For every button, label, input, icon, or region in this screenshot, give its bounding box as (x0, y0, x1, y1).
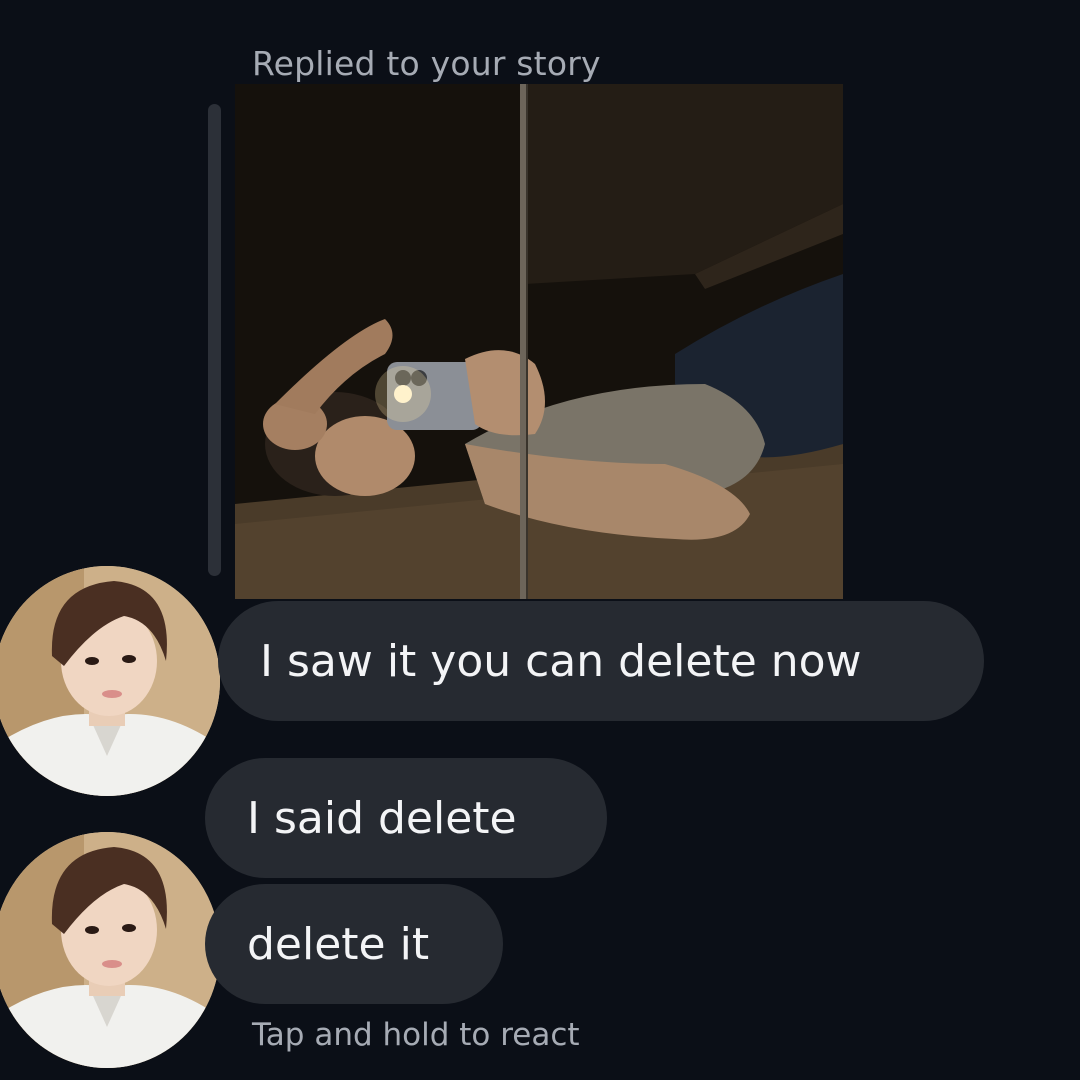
react-hint: Tap and hold to react (252, 1017, 580, 1053)
avatar[interactable] (0, 566, 220, 796)
replied-to-story-label: Replied to your story (252, 44, 601, 83)
message-text: delete it (247, 918, 430, 970)
message-bubble[interactable]: I said delete (205, 758, 607, 878)
reply-indicator-bar (208, 104, 221, 576)
story-photo[interactable] (235, 84, 843, 599)
message-bubble[interactable]: I saw it you can delete now (218, 601, 984, 721)
message-text: I said delete (247, 792, 517, 844)
avatar[interactable] (0, 832, 220, 1068)
message-text: I saw it you can delete now (260, 635, 862, 687)
message-bubble[interactable]: delete it (205, 884, 503, 1004)
